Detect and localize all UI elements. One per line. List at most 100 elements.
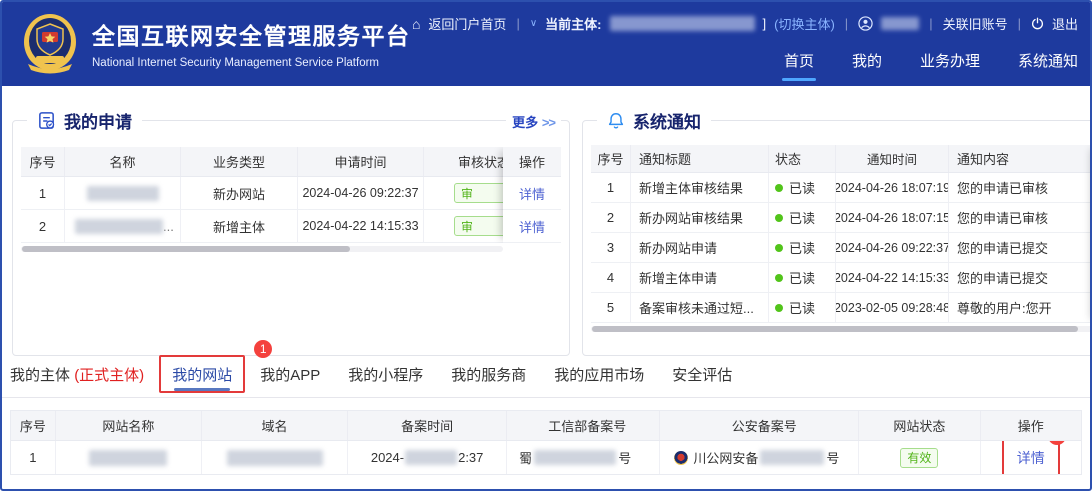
- notification-row: 1 新增主体审核结果 已读 2024-04-26 18:07:19 您的申请已审…: [591, 173, 1092, 203]
- nav-mine[interactable]: 我的: [852, 50, 882, 81]
- notif-title: 备案审核未通过短...: [631, 293, 769, 322]
- switch-subject-link[interactable]: (切换主体): [774, 14, 835, 33]
- header-topbar: ⌂ 返回门户首页 | ∨ 当前主体: ] (切换主体) | | 关联旧账号 | …: [412, 14, 1078, 33]
- col-no: 序号: [11, 411, 56, 440]
- applications-action-column: 操作 详情 详情: [503, 147, 561, 243]
- site-psb-number: 川公网安备号: [660, 441, 859, 474]
- notif-status: 已读: [769, 173, 836, 202]
- tab-label: 我的主体: [10, 367, 70, 384]
- divider: |: [843, 16, 850, 31]
- col-type: 业务类型: [181, 147, 298, 176]
- applications-panel-title: 我的申请: [64, 108, 132, 133]
- notif-no: 2: [591, 203, 631, 232]
- application-detail-link[interactable]: 详情: [519, 217, 545, 236]
- app-row-type: 新增主体: [181, 210, 298, 242]
- col-time: 通知时间: [836, 145, 949, 172]
- site-status: 有效: [859, 441, 980, 474]
- annotation-badge-step2: 2: [1048, 441, 1066, 445]
- notif-time: 2024-04-26 09:22:37: [836, 233, 949, 262]
- home-icon: ⌂: [412, 16, 420, 32]
- website-detail-link[interactable]: 详情: [1017, 448, 1045, 468]
- notif-status: 已读: [769, 203, 836, 232]
- notif-time: 2024-04-22 14:15:33: [836, 263, 949, 292]
- platform-page: 全国互联网安全管理服务平台 National Internet Security…: [0, 0, 1092, 491]
- col-site-name: 网站名称: [56, 411, 202, 440]
- site-record-time: 2024-2:37: [348, 441, 507, 474]
- tab-my-provider[interactable]: 我的服务商: [451, 364, 526, 397]
- page-subtitle: National Internet Security Management Se…: [92, 57, 411, 69]
- police-badge-logo: [22, 12, 78, 74]
- site-miit-number: 蜀号: [507, 441, 660, 474]
- site-action: 详情 2: [981, 441, 1081, 474]
- notif-no: 3: [591, 233, 631, 262]
- notif-time: 2024-04-26 18:07:19: [836, 173, 949, 202]
- document-check-icon: [37, 111, 56, 130]
- chevron-down-icon: ∨: [530, 18, 537, 29]
- tab-my-app[interactable]: 我的APP: [260, 364, 320, 397]
- notif-title: 新增主体审核结果: [631, 173, 769, 202]
- nav-notices[interactable]: 系统通知: [1018, 50, 1078, 81]
- logout-link[interactable]: 退出: [1052, 14, 1078, 33]
- col-action: 操作: [981, 411, 1081, 440]
- col-record-time: 备案时间: [348, 411, 507, 440]
- application-row: 1 新办网站 2024-04-26 09:22:37 审: [21, 177, 561, 210]
- app-row-name-redacted: [65, 177, 181, 209]
- divider: |: [514, 16, 521, 31]
- notif-no: 1: [591, 173, 631, 202]
- notification-row: 2 新办网站审核结果 已读 2024-04-26 18:07:15 您的申请已审…: [591, 203, 1092, 233]
- col-no: 序号: [21, 147, 65, 176]
- site-domain-redacted: [202, 441, 348, 474]
- portal-home-link[interactable]: 返回门户首页: [428, 14, 506, 33]
- site-no: 1: [11, 441, 56, 474]
- site-name-redacted: [56, 441, 202, 474]
- current-subject-redacted: [610, 16, 755, 31]
- read-status-dot: [775, 274, 783, 282]
- notif-content: 您的申请已审核: [949, 173, 1092, 202]
- notif-title: 新办网站申请: [631, 233, 769, 262]
- nav-home[interactable]: 首页: [784, 50, 814, 81]
- read-status-dot: [775, 244, 783, 252]
- website-row: 1 2024-2:37 蜀号 川公网安备号 有效 详情 2: [11, 441, 1081, 475]
- more-label: 更多: [512, 115, 538, 130]
- link-old-account[interactable]: 关联旧账号: [943, 14, 1008, 33]
- col-name: 名称: [65, 147, 181, 176]
- app-header: 全国互联网安全管理服务平台 National Internet Security…: [2, 2, 1090, 86]
- police-badge-mini-icon: [674, 451, 688, 465]
- asset-tabbar: 我的主体 (正式主体) 我的网站 1 我的APP 我的小程序 我的服务商 我的应…: [2, 356, 1090, 398]
- notif-content: 您的申请已提交: [949, 263, 1092, 292]
- tab-my-app-market[interactable]: 我的应用市场: [554, 364, 644, 397]
- horizontal-scrollbar[interactable]: [591, 326, 1092, 332]
- col-psb-no: 公安备案号: [660, 411, 859, 440]
- websites-table-header: 序号 网站名称 域名 备案时间 工信部备案号 公安备案号 网站状态 操作: [11, 411, 1081, 441]
- app-row-time: 2024-04-26 09:22:37: [298, 177, 424, 209]
- main-nav: 首页 我的 业务办理 系统通知: [784, 50, 1078, 81]
- app-row-time: 2024-04-22 14:15:33: [298, 210, 424, 242]
- system-notifications-panel: 系统通知 更多 >> 序号 通知标题 状态 通知时间 通知内容 1: [582, 120, 1092, 356]
- applications-more-link[interactable]: 更多 >>: [506, 112, 561, 131]
- tab-my-miniprogram[interactable]: 我的小程序: [348, 364, 423, 397]
- notif-status: 已读: [769, 263, 836, 292]
- read-status-dot: [775, 184, 783, 192]
- bracket-text: ]: [763, 16, 767, 31]
- notification-row: 5 备案审核未通过短... 已读 2023-02-05 09:28:48 尊敬的…: [591, 293, 1092, 323]
- notif-content: 您的申请已提交: [949, 233, 1092, 262]
- notif-title: 新增主体申请: [631, 263, 769, 292]
- read-status-dot: [775, 214, 783, 222]
- col-domain: 域名: [202, 411, 348, 440]
- tab-subject-suffix: (正式主体): [74, 367, 144, 384]
- notif-status: 已读: [769, 293, 836, 322]
- power-icon: [1031, 17, 1044, 30]
- application-row: 2 ... 新增主体 2024-04-22 14:15:33 审: [21, 210, 561, 243]
- nav-business[interactable]: 业务办理: [920, 50, 980, 81]
- tab-security-assessment[interactable]: 安全评估: [672, 364, 732, 397]
- app-row-no: 2: [21, 210, 65, 242]
- tab-my-website[interactable]: 我的网站 1: [172, 364, 232, 397]
- notif-no: 5: [591, 293, 631, 322]
- col-status: 状态: [769, 145, 836, 172]
- tab-my-subject[interactable]: 我的主体 (正式主体): [10, 364, 144, 397]
- application-detail-link[interactable]: 详情: [519, 184, 545, 203]
- notification-row: 4 新增主体申请 已读 2024-04-22 14:15:33 您的申请已提交: [591, 263, 1092, 293]
- notif-time: 2024-04-26 18:07:15: [836, 203, 949, 232]
- horizontal-scrollbar[interactable]: [21, 246, 503, 252]
- applications-table-header: 序号 名称 业务类型 申请时间 审核状态: [21, 147, 561, 177]
